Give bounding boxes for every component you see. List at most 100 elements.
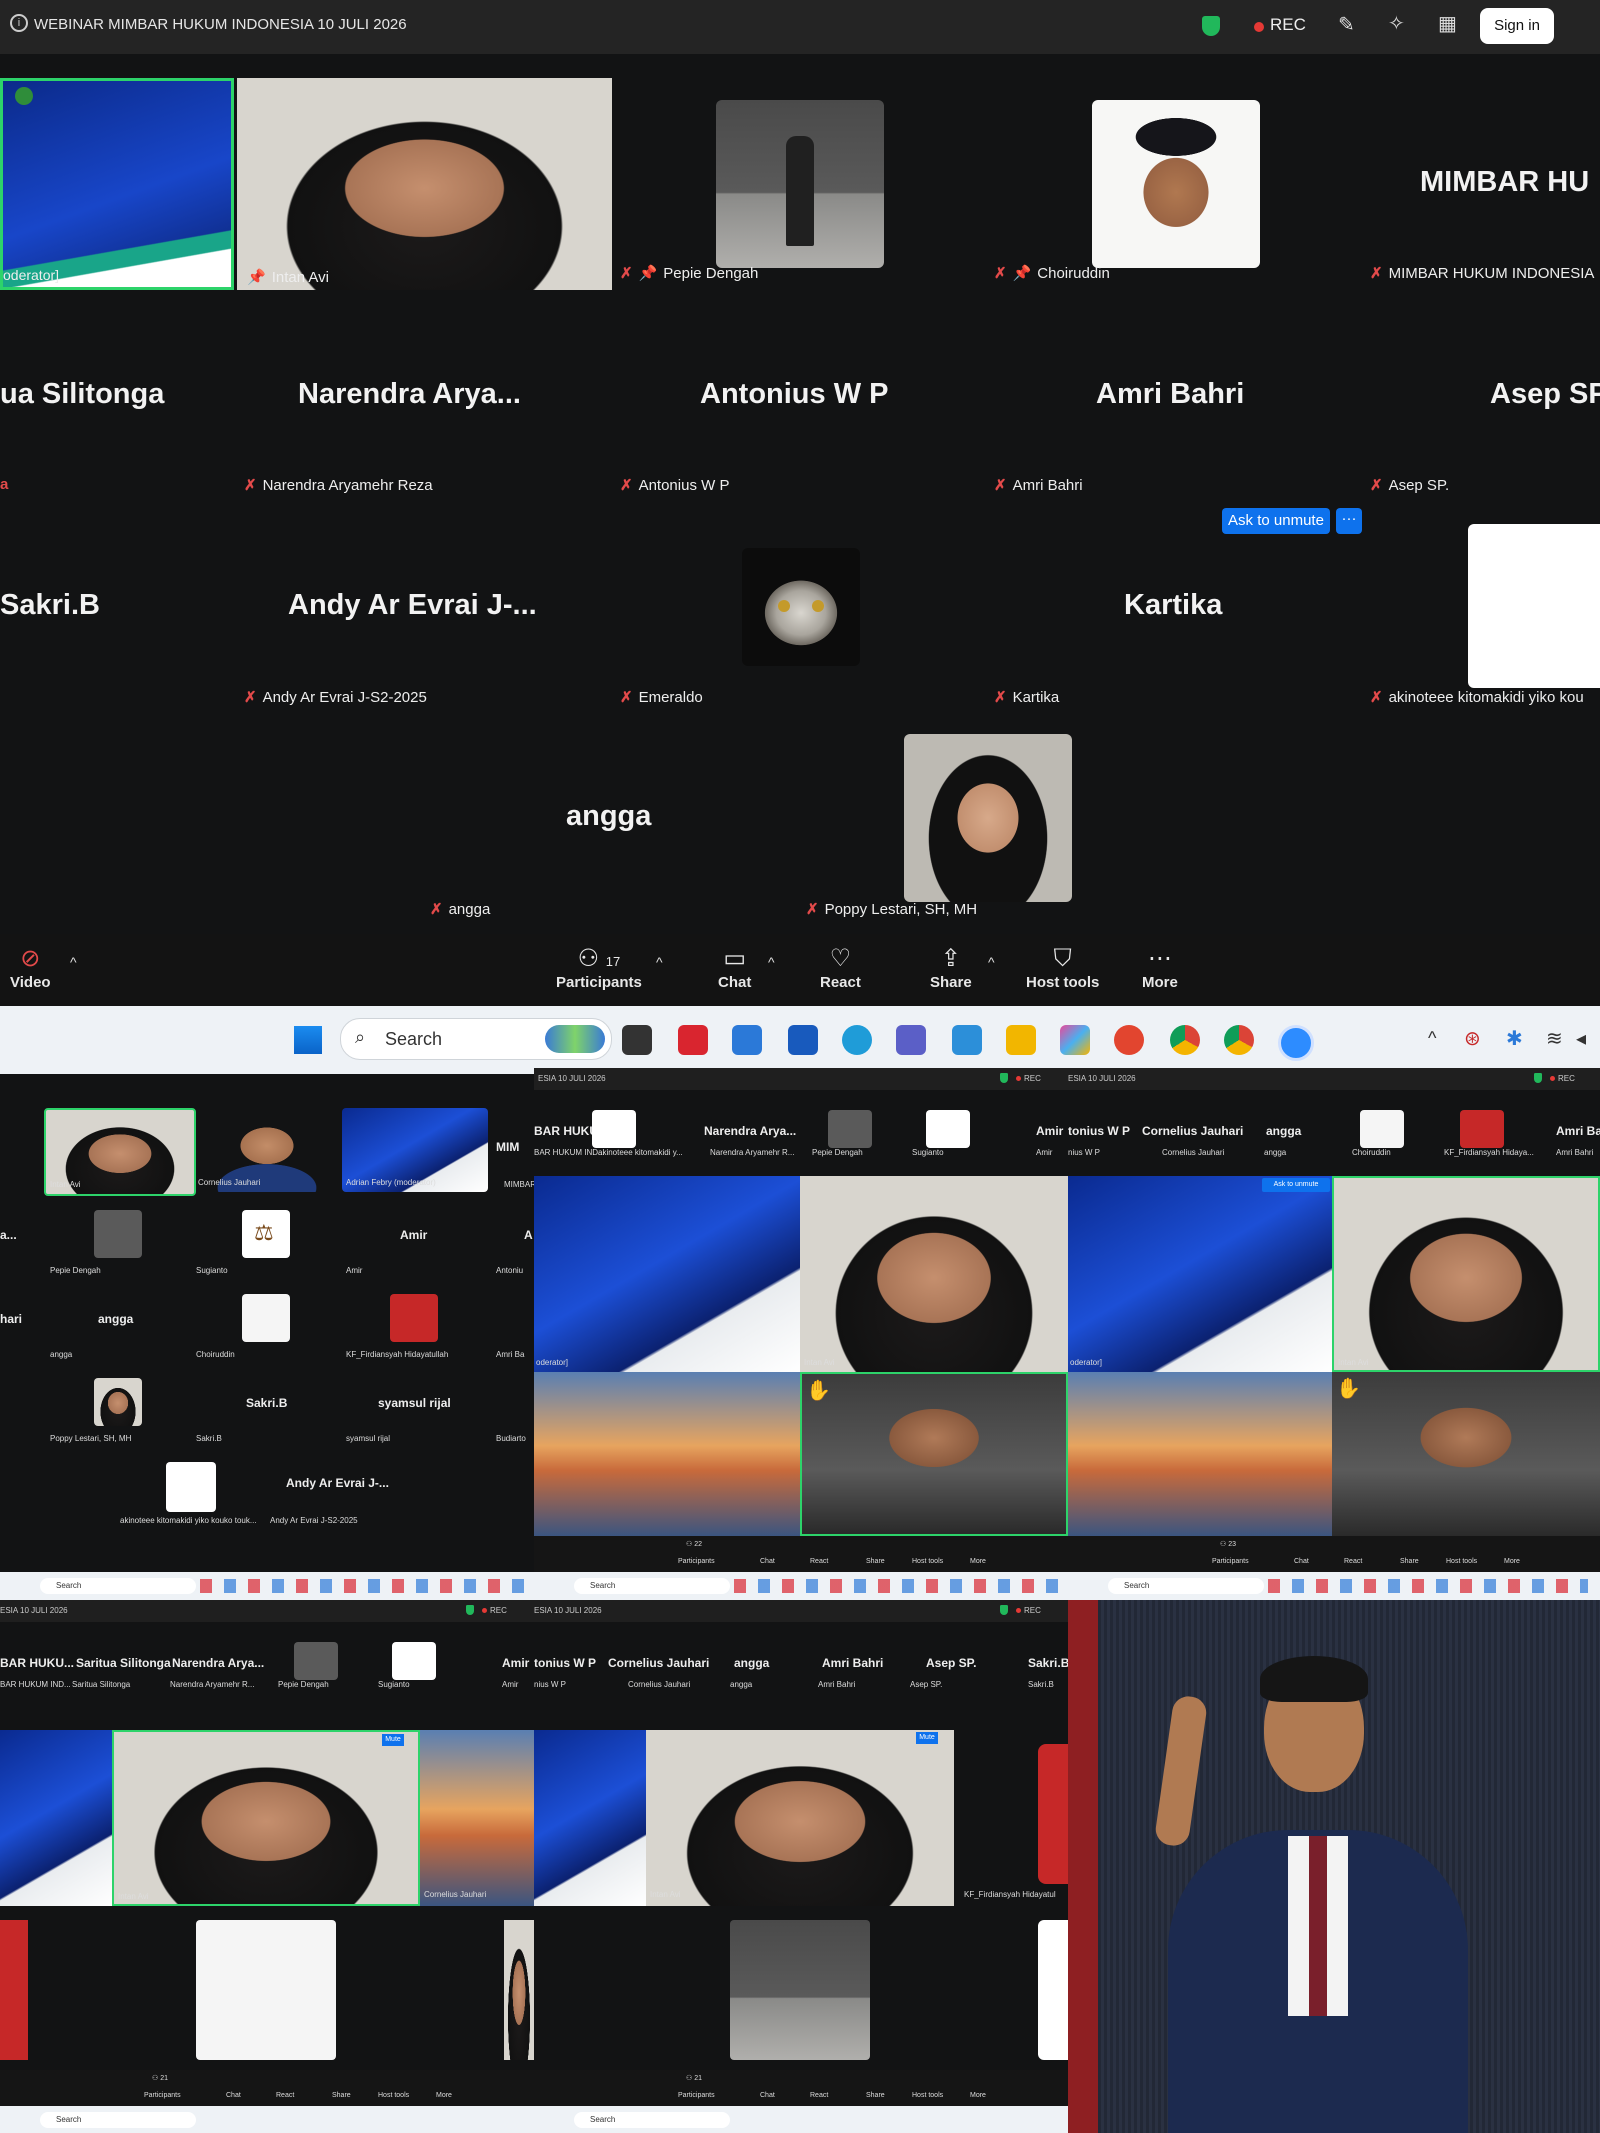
shield-icon[interactable] — [1202, 16, 1220, 36]
chevron-up-icon[interactable]: ^ — [656, 954, 663, 970]
mini-tile-partial[interactable] — [1038, 1920, 1068, 2060]
mini-tile-pepie[interactable] — [730, 1920, 870, 2060]
share-button[interactable]: ⇪ Share — [930, 944, 972, 991]
copilot-icon[interactable] — [1060, 1025, 1090, 1055]
tile-video-choiruddin[interactable] — [1092, 100, 1260, 268]
task-view-icon[interactable] — [622, 1025, 652, 1055]
mini-big-name: tonius W P — [1068, 1124, 1130, 1138]
react-button[interactable]: ♡ React — [820, 944, 861, 991]
pointing-finger — [1153, 1694, 1209, 1848]
mini-tile-partial[interactable] — [1038, 1744, 1068, 1884]
windows-start-icon[interactable] — [294, 1026, 322, 1054]
teams-icon[interactable] — [896, 1025, 926, 1055]
mini-avatar-blank[interactable] — [592, 1110, 636, 1148]
mini-avatar-pepie[interactable] — [94, 1210, 142, 1258]
annotate-icon[interactable]: ✎ — [1338, 12, 1355, 37]
chrome-icon[interactable] — [1170, 1025, 1200, 1055]
mini-avatar-choiruddin[interactable] — [242, 1294, 290, 1342]
ask-to-unmute-button[interactable]: Ask to unmute — [1262, 1178, 1330, 1192]
mcafee-icon[interactable] — [678, 1025, 708, 1055]
chevron-up-icon[interactable]: ^ — [768, 954, 775, 970]
mini-tile-choiruddin[interactable] — [196, 1920, 336, 2060]
mini-avatar-choiruddin[interactable] — [1360, 1110, 1404, 1148]
mini-tile-intan-avi[interactable]: Intan Avi Mute — [646, 1730, 954, 1906]
chat-button[interactable]: ▭ Chat — [718, 944, 751, 991]
mini-tile-adrian[interactable]: Adrian Febry (moderator) — [342, 1108, 488, 1192]
tile-video-intan-avi[interactable]: 📌 Intan Avi — [237, 78, 612, 290]
chevron-up-icon[interactable]: ^ — [988, 954, 995, 970]
taskbar-search-input[interactable]: ⌕ Search — [340, 1018, 612, 1060]
participants-icon[interactable]: ⚇ 21 — [152, 2074, 168, 2082]
mini-search-input[interactable]: Search — [1108, 1578, 1264, 1594]
network-alert-icon[interactable]: ⊛ — [1464, 1026, 1481, 1051]
mini-tile-cornelius[interactable] — [534, 1372, 800, 1536]
mini-tile-intan-avi[interactable]: Intan Avi — [1332, 1176, 1600, 1372]
mini-tile-slide[interactable]: oderator] — [534, 1176, 800, 1372]
mini-tile-partial[interactable] — [0, 1920, 28, 2060]
mini-tile-slide[interactable] — [534, 1730, 646, 1906]
mute-button[interactable]: Mute — [382, 1734, 404, 1746]
mini-tile-cornelius[interactable] — [1068, 1372, 1332, 1536]
participants-button[interactable]: ⚇ 17 Participants — [556, 944, 642, 991]
mini-label: Sugianto — [378, 1680, 410, 1689]
chrome-profile-icon[interactable] — [1224, 1025, 1254, 1055]
mini-tile-raised-hand[interactable]: ✋ — [1332, 1372, 1600, 1536]
ai-companion-icon[interactable]: ✧ — [1388, 11, 1405, 36]
edge-icon[interactable] — [842, 1025, 872, 1055]
mini-tile-slide[interactable] — [0, 1730, 112, 1906]
info-icon[interactable]: i — [10, 14, 28, 32]
zoom-icon[interactable] — [1278, 1025, 1314, 1061]
mini-tile-cornelius[interactable]: Cornelius Jauhari — [420, 1730, 534, 1906]
person-figure — [786, 136, 814, 246]
mini-avatar-pepie[interactable] — [828, 1110, 872, 1148]
mini-tile-cornelius[interactable]: Cornelius Jauhari — [194, 1108, 340, 1192]
folder-icon[interactable] — [1006, 1025, 1036, 1055]
sign-in-button[interactable]: Sign in — [1480, 8, 1554, 44]
mini-search-input[interactable]: Search — [574, 2112, 730, 2128]
notepad-icon[interactable] — [952, 1025, 982, 1055]
bluetooth-icon[interactable]: ✱ — [1506, 1026, 1523, 1051]
rec-dot-icon — [1550, 1076, 1555, 1081]
mini-tile-raised-hand[interactable]: ✋ — [800, 1372, 1068, 1536]
participants-icon[interactable]: ⚇ 23 — [1220, 1540, 1236, 1548]
tile-moderator-slide[interactable]: oderator] — [0, 78, 234, 290]
participants-icon[interactable]: ⚇ 22 — [686, 1540, 702, 1548]
todo-icon[interactable] — [732, 1025, 762, 1055]
tile-avatar-blank[interactable] — [1468, 524, 1600, 688]
mini-avatar-firdiansyah[interactable] — [1460, 1110, 1504, 1148]
ask-to-unmute-button[interactable]: Ask to unmute — [1222, 508, 1330, 534]
mini-avatar-sugianto[interactable]: ⚖ — [242, 1210, 290, 1258]
tile-video-pepie-dengah[interactable] — [716, 100, 884, 268]
mini-tile-partial[interactable] — [504, 1920, 534, 2060]
mini-search-input[interactable]: Search — [40, 2112, 196, 2128]
mini-search-input[interactable]: Search — [40, 1578, 196, 1594]
chevron-up-icon[interactable]: ^ — [1428, 1028, 1436, 1049]
chevron-up-icon[interactable]: ^ — [70, 954, 77, 970]
mini-avatar-blank[interactable] — [166, 1462, 216, 1512]
tile-video-poppy-lestari[interactable] — [904, 734, 1072, 902]
video-button[interactable]: ⊘ Video — [10, 944, 51, 991]
mini-avatar-firdiansyah[interactable] — [390, 1294, 438, 1342]
mini-tile-slide[interactable]: oderator] Ask to unmute — [1068, 1176, 1332, 1372]
mini-tile-intan-avi[interactable]: Intan Avi Mute — [112, 1730, 420, 1906]
mini-avatar-poppy[interactable] — [94, 1378, 142, 1426]
mini-avatar-sugianto[interactable] — [926, 1110, 970, 1148]
tile-avatar-cat[interactable] — [742, 548, 860, 666]
app-red-icon[interactable] — [1114, 1025, 1144, 1055]
mini-search-input[interactable]: Search — [574, 1578, 730, 1594]
participants-icon[interactable]: ⚇ 21 — [686, 2074, 702, 2082]
mini-top-bar: ESIA 10 JULI 2026 REC — [534, 1600, 1068, 1622]
volume-icon[interactable]: ◂ — [1576, 1026, 1586, 1051]
mini-tile-intan-avi[interactable]: Intan Avi — [800, 1176, 1068, 1372]
mini-avatar-sugianto[interactable] — [392, 1642, 436, 1680]
mini-avatar-pepie[interactable] — [294, 1642, 338, 1680]
wifi-icon[interactable]: ≋ — [1546, 1026, 1563, 1051]
word-icon[interactable] — [788, 1025, 818, 1055]
host-tools-button[interactable]: ⛉ Host tools — [1026, 944, 1099, 991]
mini-tile-intan-avi[interactable]: Intan Avi — [44, 1108, 196, 1196]
tile-more-button[interactable]: ··· — [1336, 508, 1362, 534]
apps-grid-icon[interactable]: ▦ — [1438, 11, 1457, 36]
more-button[interactable]: ⋯ More — [1142, 944, 1178, 991]
mini-label: KF_Firdiansyah Hidaya... — [1444, 1148, 1534, 1157]
mute-button[interactable]: Mute — [916, 1732, 938, 1744]
